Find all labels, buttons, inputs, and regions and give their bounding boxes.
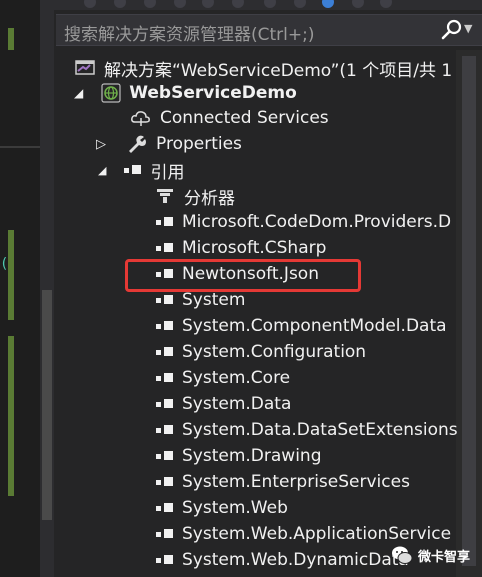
reference-icon xyxy=(154,500,176,516)
tree-item-project[interactable]: ◢ WebServiceDemo xyxy=(74,80,297,106)
solution-label: 解决方案“WebServiceDemo”(1 个项目/共 1 xyxy=(104,60,453,81)
tree-item-reference[interactable]: Microsoft.CodeDom.Providers.D xyxy=(154,209,451,235)
reference-label: System.Data.DataSetExtensions xyxy=(182,420,458,440)
tree-item-reference[interactable]: System.Core xyxy=(154,365,290,391)
reference-icon xyxy=(154,344,176,360)
editor-scroll-thumb[interactable] xyxy=(42,290,52,520)
code-line-fragment xyxy=(0,146,40,148)
analyzer-icon xyxy=(157,189,173,203)
watermark-text: 微卡智享 xyxy=(418,549,471,565)
tree-item-reference[interactable]: System.Web.DynamicData xyxy=(154,547,409,573)
wrench-icon xyxy=(129,135,146,153)
toolbar-preview-icon[interactable] xyxy=(380,0,392,8)
tree-item-reference[interactable]: System.Web xyxy=(154,495,288,521)
expanded-arrow-icon[interactable]: ◢ xyxy=(98,164,106,177)
reference-label: System xyxy=(182,290,246,310)
search-icon[interactable] xyxy=(436,14,466,46)
tree-item-reference[interactable]: System.EnterpriseServices xyxy=(154,469,410,495)
connected-services-label: Connected Services xyxy=(160,108,329,128)
reference-icon xyxy=(154,552,176,568)
reference-icon xyxy=(154,370,176,386)
collapsed-arrow-icon[interactable]: ▷ xyxy=(96,137,106,152)
toolbar-back-icon[interactable] xyxy=(84,0,96,8)
toolbar-properties-icon[interactable] xyxy=(352,0,364,8)
tree-item-analyzers[interactable]: 分析器 xyxy=(154,183,235,209)
reference-label: System.Core xyxy=(182,368,291,388)
search-input[interactable]: 搜索解决方案资源管理器(Ctrl+;) xyxy=(56,14,482,46)
tree-item-properties[interactable]: ▷ Properties xyxy=(96,131,242,157)
reference-label: System.Drawing xyxy=(182,446,322,466)
chevron-down-icon[interactable]: ▼ xyxy=(464,22,472,35)
tree-item-reference[interactable]: System.Drawing xyxy=(154,443,322,469)
toolbar-home-icon[interactable] xyxy=(144,0,156,8)
reference-label: Microsoft.CodeDom.Providers.D xyxy=(182,212,452,232)
reference-label: System.Data xyxy=(182,394,292,414)
tree-item-reference[interactable]: System.ComponentModel.Data xyxy=(154,313,447,339)
project-label: WebServiceDemo xyxy=(129,83,297,103)
reference-label: System.Web.DynamicData xyxy=(182,550,409,570)
solution-explorer-toolbar xyxy=(54,0,482,10)
change-marker xyxy=(8,230,14,320)
properties-label: Properties xyxy=(156,134,242,154)
reference-icon xyxy=(154,526,176,542)
references-label: 引用 xyxy=(150,162,185,183)
tree-item-reference[interactable]: System.Configuration xyxy=(154,339,366,365)
reference-label: System.ComponentModel.Data xyxy=(182,316,447,336)
change-marker xyxy=(8,28,14,50)
reference-icon xyxy=(154,396,176,412)
watermark: 微卡智享 xyxy=(390,540,470,570)
toolbar-show-all-icon[interactable] xyxy=(294,0,306,8)
highlight-annotation xyxy=(125,259,361,292)
tree-item-connected-services[interactable]: Connected Services xyxy=(130,105,329,131)
toolbar-forward-icon[interactable] xyxy=(114,0,126,8)
code-glyph: ( xyxy=(0,256,9,272)
reference-icon xyxy=(154,422,176,438)
reference-label: System.EnterpriseServices xyxy=(182,472,410,492)
tree-item-references[interactable]: ◢ 引用 xyxy=(98,157,184,183)
reference-icon xyxy=(154,240,176,256)
analyzers-label: 分析器 xyxy=(184,188,235,209)
tree-item-reference[interactable]: System.Data.DataSetExtensions xyxy=(154,417,458,443)
reference-icon xyxy=(122,162,144,178)
toolbar-active-icon[interactable] xyxy=(322,0,334,8)
solution-icon xyxy=(75,60,95,75)
reference-label: Microsoft.CSharp xyxy=(182,238,327,258)
reference-label: System.Web xyxy=(182,498,288,518)
tree-item-reference[interactable]: System.Data xyxy=(154,391,291,417)
reference-icon xyxy=(154,474,176,490)
change-marker xyxy=(8,336,14,496)
toolbar-refresh-icon[interactable] xyxy=(202,0,214,8)
web-project-icon xyxy=(101,83,121,103)
tree-scroll-thumb[interactable] xyxy=(462,56,476,566)
cloud-connected-icon xyxy=(131,111,150,126)
reference-icon xyxy=(154,292,176,308)
reference-icon xyxy=(154,318,176,334)
tree-item-solution[interactable]: 解决方案“WebServiceDemo”(1 个项目/共 1 xyxy=(74,55,452,81)
reference-icon xyxy=(154,448,176,464)
toolbar-sync-icon[interactable] xyxy=(174,0,186,8)
toolbar-filter-icon[interactable] xyxy=(232,0,244,8)
toolbar-collapse-icon[interactable] xyxy=(264,0,276,8)
expanded-arrow-icon[interactable]: ◢ xyxy=(74,86,83,100)
reference-label: System.Configuration xyxy=(182,342,367,362)
editor-gutter xyxy=(40,0,54,577)
reference-icon xyxy=(154,214,176,230)
tree-item-reference[interactable]: Microsoft.CSharp xyxy=(154,235,326,261)
search-placeholder: 搜索解决方案资源管理器(Ctrl+;) xyxy=(64,25,315,45)
wechat-icon xyxy=(392,546,413,564)
